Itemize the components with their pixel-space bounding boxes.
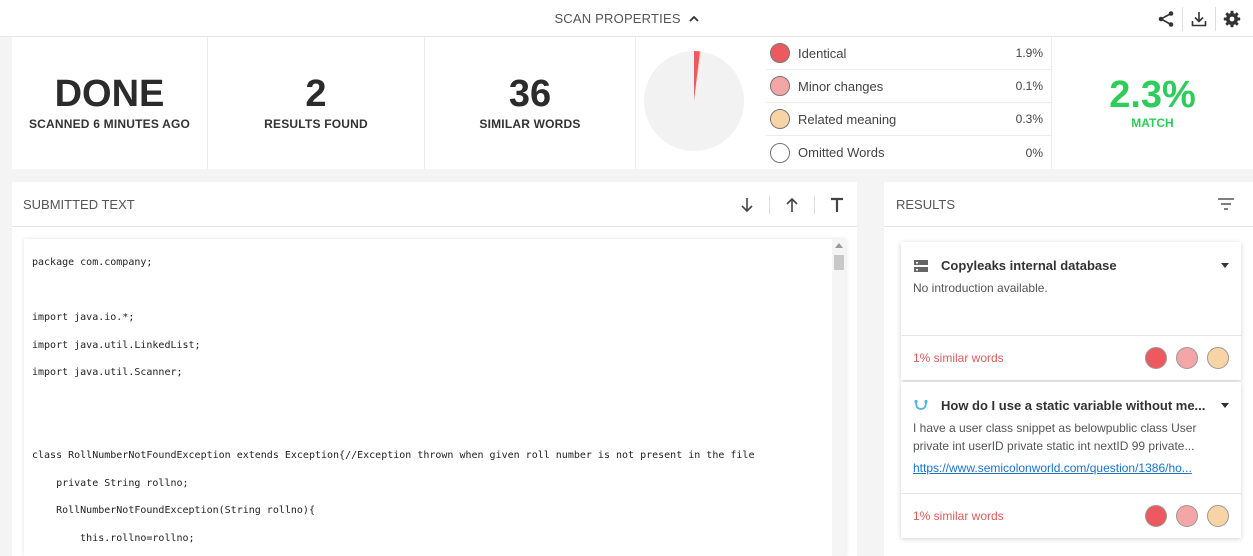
result-title[interactable]: Copyleaks internal database <box>941 258 1117 273</box>
scrollbar[interactable] <box>832 239 846 556</box>
match-summary: 2.3% MATCH <box>1051 37 1253 169</box>
legend-color-dot <box>770 76 790 96</box>
results-label: RESULTS FOUND <box>264 117 368 131</box>
submitted-text-content[interactable]: package com.company; import java.io.*; imp… <box>24 239 846 556</box>
match-percentage: 2.3% <box>1109 74 1196 116</box>
code-line: RollNumberNotFoundException(String rolln… <box>32 505 315 517</box>
code-line: this.rollno=rollno; <box>32 532 195 544</box>
result-card-footer: 1% similar words <box>901 494 1241 538</box>
results-count: 2 <box>305 73 327 115</box>
divider <box>1182 7 1183 31</box>
code-line: import java.util.LinkedList; <box>32 339 201 351</box>
top-bar: SCAN PROPERTIES <box>0 0 1253 37</box>
top-actions <box>1153 6 1245 32</box>
code-block: package com.company; import java.io.*; imp… <box>32 249 754 556</box>
code-line: class RollNumberNotFoundException extend… <box>32 450 755 462</box>
results-header: RESULTS <box>884 182 1253 227</box>
similar-words: 36 SIMILAR WORDS <box>425 37 636 169</box>
identical-indicator <box>1145 347 1167 369</box>
result-description: No introduction available. <box>913 281 1048 295</box>
similar-words-label: SIMILAR WORDS <box>479 117 581 131</box>
legend-label: Identical <box>798 45 847 61</box>
divider <box>769 196 770 214</box>
result-card[interactable]: How do I use a static variable without m… <box>901 382 1241 538</box>
divider <box>814 196 815 214</box>
arrow-down-icon[interactable] <box>735 194 759 216</box>
identical-indicator <box>1145 505 1167 527</box>
submitted-text-panel: SUBMITTED TEXT package com.company; impor… <box>12 182 857 556</box>
match-pie-chart <box>636 37 766 169</box>
similar-words-count: 36 <box>508 73 552 115</box>
result-title[interactable]: How do I use a static variable without m… <box>941 398 1205 413</box>
results-title: RESULTS <box>896 196 955 212</box>
scroll-up-icon[interactable] <box>835 243 843 248</box>
match-type-indicators <box>1136 347 1229 369</box>
status-label: SCANNED 6 MINUTES AGO <box>28 117 191 131</box>
expand-caret-icon[interactable] <box>1221 403 1229 408</box>
code-line: import java.io.*; <box>32 312 135 324</box>
related-meaning-indicator <box>1207 505 1229 527</box>
code-line: package com.company; <box>32 257 153 268</box>
result-description: I have a user class snippet as belowpubl… <box>913 421 1197 453</box>
text-format-icon[interactable] <box>825 194 849 216</box>
legend-color-dot <box>770 109 790 129</box>
legend-label: Related meaning <box>798 111 897 127</box>
code-line: } <box>32 553 754 556</box>
result-title-row: How do I use a static variable without m… <box>913 382 1229 413</box>
gear-icon[interactable] <box>1219 6 1245 32</box>
scrollbar-thumb[interactable] <box>834 255 844 270</box>
legend-color-dot <box>770 43 790 63</box>
submitted-text-header: SUBMITTED TEXT <box>12 182 857 227</box>
legend-row-identical: Identical 1.9% <box>766 37 1051 70</box>
legend-color-dot <box>770 142 790 163</box>
match-label: MATCH <box>1131 116 1174 130</box>
result-title-row: Copyleaks internal database <box>913 242 1229 273</box>
chevron-up-icon <box>688 15 699 22</box>
share-icon[interactable] <box>1153 6 1179 32</box>
result-card-footer: 1% similar words <box>901 336 1241 380</box>
submitted-text-tools <box>735 194 849 216</box>
result-card[interactable]: Copyleaks internal database No introduct… <box>901 242 1241 380</box>
web-source-icon <box>913 399 931 413</box>
filter-icon[interactable] <box>1217 197 1235 211</box>
legend-percentage: 0.3% <box>1015 112 1043 126</box>
expand-caret-icon[interactable] <box>1221 263 1229 268</box>
scan-status: DONE SCANNED 6 MINUTES AGO <box>12 37 208 169</box>
code-line: import java.util.Scanner; <box>32 367 183 379</box>
divider <box>1215 7 1216 31</box>
arrow-up-icon[interactable] <box>780 194 804 216</box>
database-icon <box>913 259 931 273</box>
scan-stats: DONE SCANNED 6 MINUTES AGO 2 RESULTS FOU… <box>12 37 1253 169</box>
legend-percentage: 1.9% <box>1015 46 1043 60</box>
results-found: 2 RESULTS FOUND <box>208 37 425 169</box>
legend-percentage: 0% <box>1025 145 1043 160</box>
legend-percentage: 0.1% <box>1015 79 1043 93</box>
result-similar-words: 1% similar words <box>913 351 1004 365</box>
result-link[interactable]: https://www.semicolonworld.com/question/… <box>913 461 1229 475</box>
scan-properties-title: SCAN PROPERTIES <box>554 11 681 26</box>
download-icon[interactable] <box>1186 6 1212 32</box>
legend-row-omitted-words: Omitted Words 0% <box>766 136 1051 169</box>
minor-changes-indicator <box>1176 505 1198 527</box>
scan-properties-toggle[interactable]: SCAN PROPERTIES <box>0 11 1253 26</box>
match-legend: Identical 1.9% Minor changes 0.1% Related me… <box>766 37 1051 169</box>
related-meaning-indicator <box>1207 347 1229 369</box>
result-card-header: Copyleaks internal database No introduct… <box>901 242 1241 336</box>
legend-label: Omitted Words <box>798 145 885 160</box>
results-panel: RESULTS Copyleaks internal database No i… <box>884 182 1253 556</box>
submitted-text-title: SUBMITTED TEXT <box>23 196 135 212</box>
match-type-indicators <box>1136 505 1229 527</box>
status-value: DONE <box>54 73 165 115</box>
legend-row-minor-changes: Minor changes 0.1% <box>766 70 1051 103</box>
result-card-header: How do I use a static variable without m… <box>901 382 1241 494</box>
code-line: private String rollno; <box>32 477 189 489</box>
pie-svg <box>644 51 744 151</box>
result-similar-words: 1% similar words <box>913 509 1004 523</box>
legend-row-related-meaning: Related meaning 0.3% <box>766 103 1051 136</box>
minor-changes-indicator <box>1176 347 1198 369</box>
legend-label: Minor changes <box>798 78 884 94</box>
